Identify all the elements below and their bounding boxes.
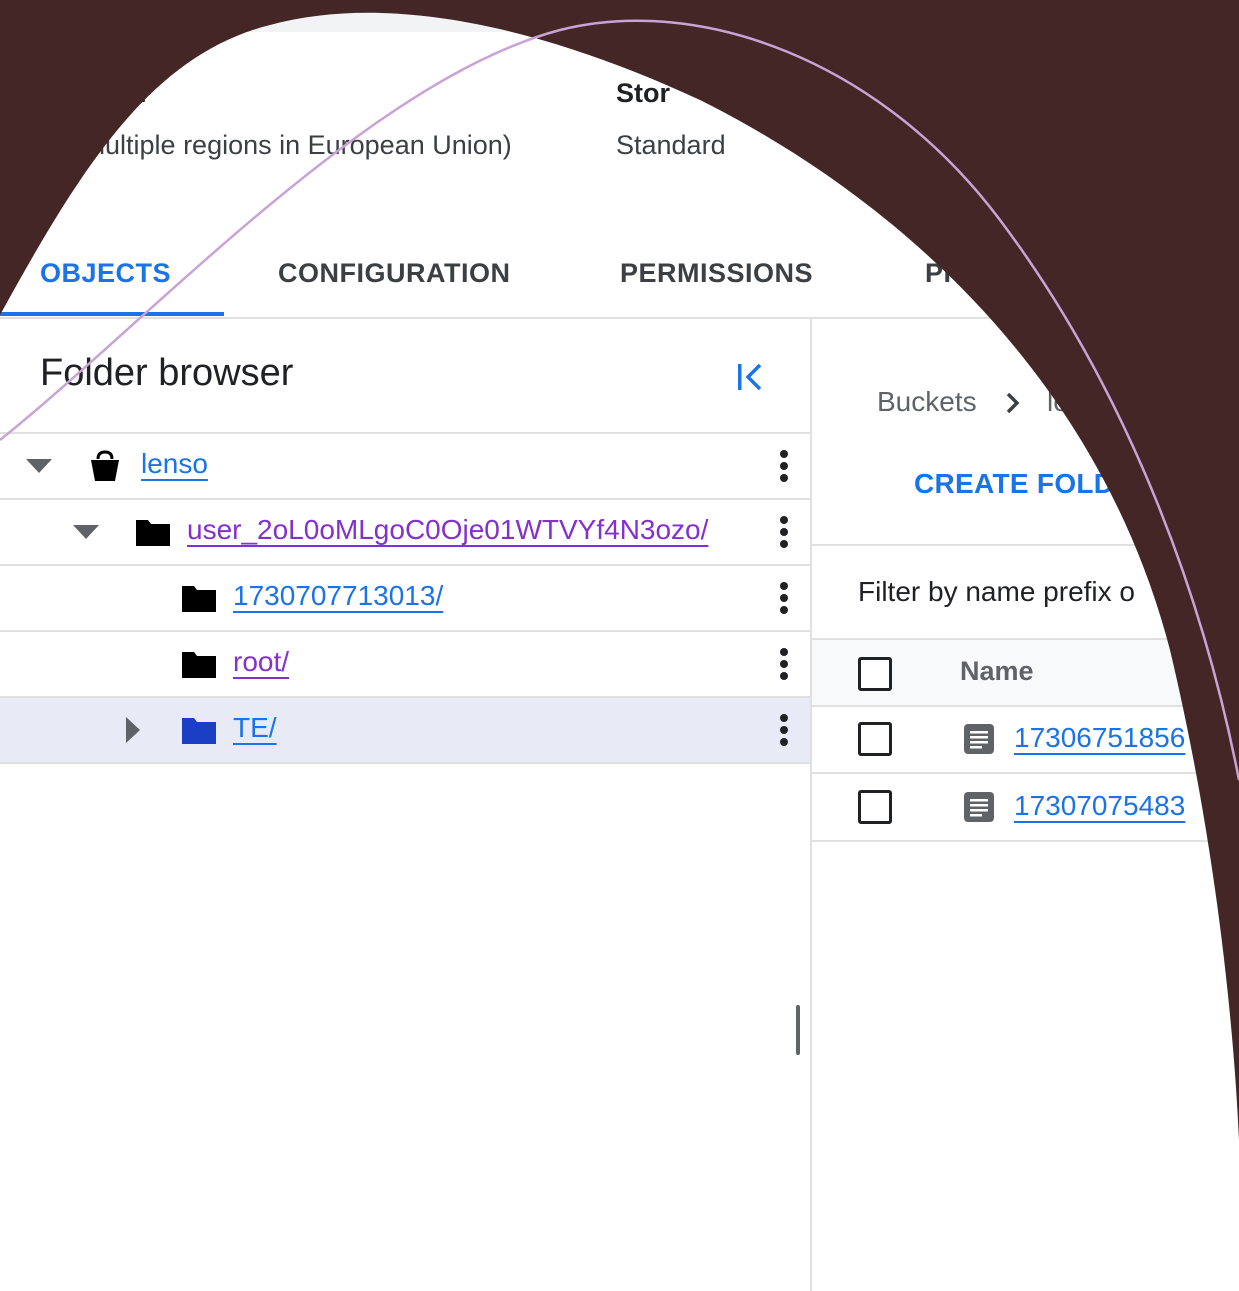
- tree-node-label[interactable]: root/: [233, 646, 289, 678]
- folder-icon: [182, 566, 216, 630]
- tree-node-label[interactable]: TE/: [233, 712, 277, 744]
- location-label: n: [130, 78, 147, 108]
- tree-node-label[interactable]: lenso: [141, 448, 208, 480]
- location-value: hultiple regions in European Union): [90, 130, 512, 160]
- collapse-panel-button[interactable]: [728, 355, 772, 399]
- tree-row-folder-selected[interactable]: TE/: [0, 698, 810, 764]
- storage-class-value: Standard: [616, 130, 726, 160]
- folder-icon: [182, 698, 216, 762]
- object-link[interactable]: 17306751856: [1014, 722, 1185, 754]
- tab-objects[interactable]: OBJECTS: [40, 258, 171, 289]
- folder-browser-title: Folder browser: [40, 352, 294, 394]
- breadcrumb-bucket[interactable]: le: [1047, 386, 1069, 418]
- toolbar-divider: [812, 544, 1239, 546]
- tree-row-folder[interactable]: root/: [0, 632, 810, 698]
- more-vert-icon[interactable]: [770, 698, 798, 762]
- tab-protection[interactable]: PR: [925, 258, 964, 289]
- tab-permissions[interactable]: PERMISSIONS: [620, 258, 813, 289]
- collapse-left-icon: [738, 363, 762, 391]
- cloud-storage-bucket-view: n hultiple regions in European Union) St…: [0, 0, 1239, 1291]
- expand-caret-right-icon[interactable]: [126, 698, 140, 762]
- storage-class-label: Stor: [616, 78, 670, 108]
- row-divider: [812, 772, 1239, 774]
- filter-input[interactable]: Filter by name prefix o: [858, 576, 1135, 608]
- folder-icon: [136, 500, 170, 564]
- more-vert-icon[interactable]: [770, 500, 798, 564]
- tree-node-label[interactable]: user_2oL0oMLgoC0Oje01WTVYf4N3ozo/: [187, 514, 708, 546]
- more-vert-icon[interactable]: [770, 434, 798, 498]
- row-checkbox[interactable]: [858, 722, 892, 756]
- expand-caret-icon[interactable]: [73, 500, 99, 564]
- more-vert-icon[interactable]: [770, 566, 798, 630]
- tab-configuration[interactable]: CONFIGURATION: [278, 258, 510, 289]
- file-icon: [962, 790, 996, 824]
- tree-row-folder[interactable]: 1730707713013/: [0, 566, 810, 632]
- tree-row-bucket[interactable]: lenso: [0, 434, 810, 500]
- panel-resize-handle[interactable]: [796, 1005, 800, 1055]
- file-icon: [962, 722, 996, 756]
- active-tab-indicator: [0, 312, 224, 316]
- create-folder-button[interactable]: CREATE FOLDE: [914, 468, 1133, 500]
- top-strip: [0, 0, 1239, 32]
- bucket-icon: [88, 434, 122, 498]
- table-header-divider: [812, 705, 1239, 707]
- more-vert-icon[interactable]: [770, 632, 798, 696]
- tabs-divider: [0, 317, 1239, 319]
- row-checkbox[interactable]: [858, 790, 892, 824]
- chevron-right-icon: [1004, 390, 1022, 421]
- object-link[interactable]: 17307075483: [1014, 790, 1185, 822]
- folder-icon: [182, 632, 216, 696]
- row-divider: [812, 840, 1239, 842]
- tree-node-label[interactable]: 1730707713013/: [233, 580, 443, 612]
- panel-divider: [810, 319, 812, 1291]
- expand-caret-icon[interactable]: [26, 434, 52, 498]
- column-header-name[interactable]: Name: [960, 656, 1034, 687]
- select-all-checkbox[interactable]: [858, 657, 892, 691]
- tree-row-user-folder[interactable]: user_2oL0oMLgoC0Oje01WTVYf4N3ozo/: [0, 500, 810, 566]
- breadcrumb-buckets[interactable]: Buckets: [877, 386, 977, 418]
